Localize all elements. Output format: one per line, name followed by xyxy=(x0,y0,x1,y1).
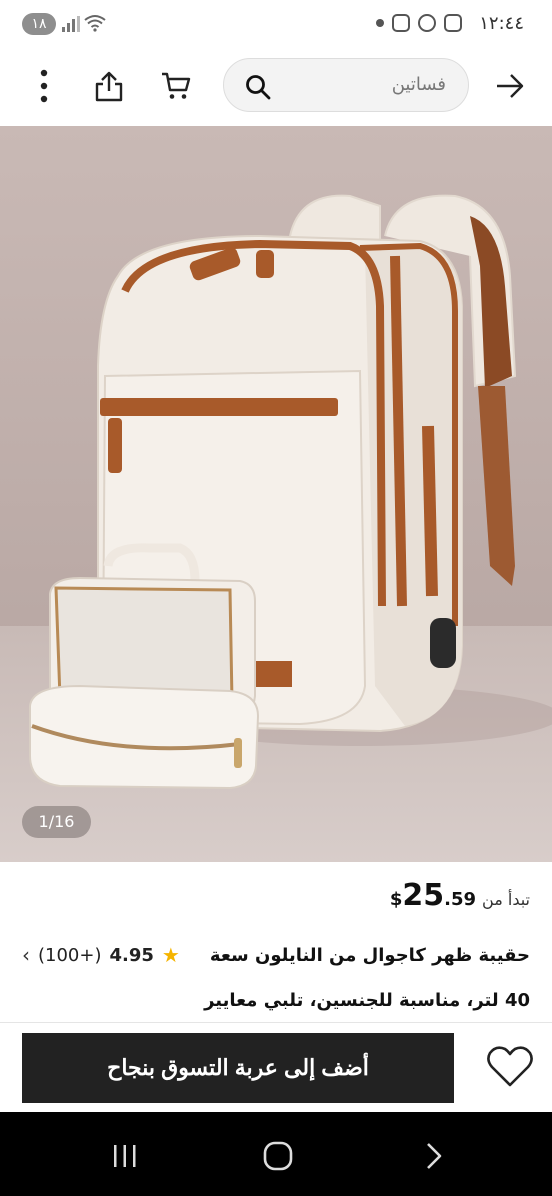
share-button[interactable] xyxy=(87,64,131,108)
search-icon[interactable] xyxy=(244,73,272,101)
notification-dot-icon xyxy=(376,19,384,27)
home-icon xyxy=(263,1141,293,1171)
back-arrow-icon xyxy=(497,74,524,98)
price: $25.59 xyxy=(390,878,476,913)
battery-indicator: ١٨ xyxy=(22,13,56,35)
search-query-text[interactable]: فساتين xyxy=(392,74,446,95)
price-row: تبدأ من $25.59 xyxy=(390,878,530,922)
product-title-line2[interactable]: 40 لتر، مناسبة للجنسين، تلبي معايير xyxy=(204,990,530,1011)
recent-apps-button[interactable] xyxy=(105,1136,145,1176)
more-vertical-icon xyxy=(40,69,48,103)
status-bar: ١٨ ١٢:٤٤ xyxy=(0,0,552,50)
more-options-button[interactable] xyxy=(22,64,66,108)
signal-icon xyxy=(62,16,80,32)
chevron-left-icon: ‹ xyxy=(22,943,30,967)
wifi-icon xyxy=(84,15,106,32)
search-input[interactable]: فساتين xyxy=(223,58,469,112)
notification-icons xyxy=(376,14,462,32)
product-title-line1[interactable]: حقيبة ظهر كاجوال من النايلون سعة xyxy=(210,945,530,966)
screenshot-icon xyxy=(444,14,462,32)
recent-apps-icon xyxy=(114,1145,136,1167)
add-to-cart-button[interactable]: أضف إلى عربة التسوق بنجاح xyxy=(22,1033,454,1103)
price-fraction: .59 xyxy=(444,889,477,910)
price-prefix: تبدأ من xyxy=(482,890,530,909)
home-button[interactable] xyxy=(258,1136,298,1176)
rating-summary[interactable]: ‹ (100+) 4.95 ★ xyxy=(22,943,180,967)
instagram-icon xyxy=(392,14,410,32)
whatsapp-icon xyxy=(418,14,436,32)
system-navigation-bar xyxy=(0,1112,552,1196)
price-currency: $ xyxy=(389,889,403,910)
product-image-gallery[interactable]: 1/16 xyxy=(0,126,552,862)
system-back-button[interactable] xyxy=(414,1136,454,1176)
back-button[interactable] xyxy=(488,64,532,108)
cart-icon xyxy=(162,72,191,99)
top-navigation: فساتين xyxy=(0,50,552,126)
bottom-action-bar: أضف إلى عربة التسوق بنجاح xyxy=(0,1022,552,1112)
cart-button[interactable] xyxy=(154,64,198,108)
rating-count: (100+) xyxy=(38,944,102,966)
clock: ١٢:٤٤ xyxy=(479,13,524,34)
rating-score: 4.95 xyxy=(109,944,154,966)
product-image[interactable] xyxy=(0,126,552,862)
wishlist-button[interactable] xyxy=(486,1045,534,1089)
star-icon: ★ xyxy=(161,943,180,967)
chevron-right-icon xyxy=(427,1143,442,1169)
heart-icon xyxy=(487,1046,533,1087)
gallery-pager: 1/16 xyxy=(22,806,91,838)
share-icon xyxy=(95,71,123,102)
price-whole: 25 xyxy=(402,878,445,913)
